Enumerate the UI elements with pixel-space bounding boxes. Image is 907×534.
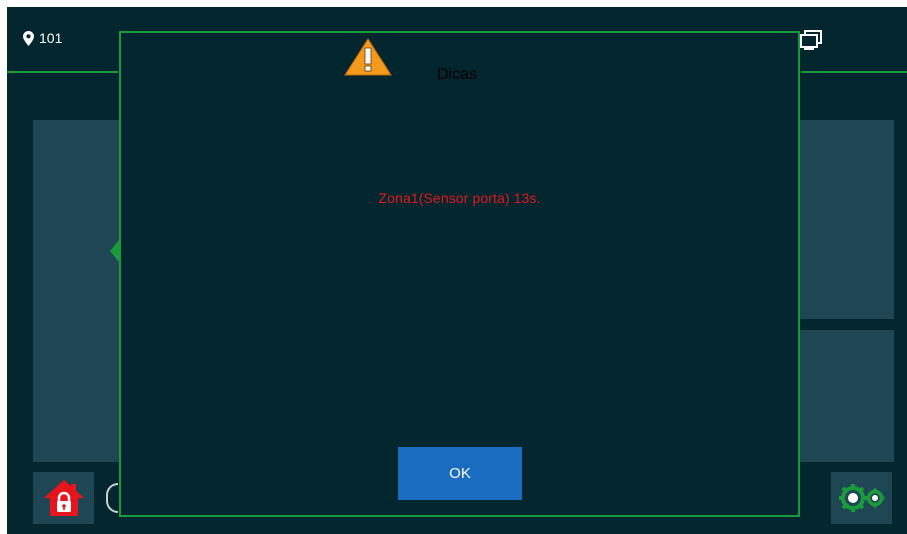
home-lock-icon [43,480,84,516]
home-lock-button[interactable] [33,472,94,524]
right-panel-bottom[interactable] [800,330,894,462]
alert-dialog: Dicas Zona1(Sensor porta) 13s. OK [119,31,800,517]
location-label: 101 [39,30,63,46]
dialog-title: Dicas [437,66,478,83]
header-divider-left [7,71,118,73]
ok-button[interactable]: OK [398,447,522,500]
location-pin-icon [23,30,34,46]
left-arrow-icon[interactable] [110,240,119,262]
partial-icon [106,483,118,513]
settings-button[interactable] [831,472,892,524]
gears-icon [838,484,884,512]
screen: 101 Dicas Zona1(Sensor porta) 13s. OK [7,7,907,534]
warning-icon [344,38,392,76]
left-panel[interactable] [33,120,119,462]
header-divider-right [801,71,907,73]
right-panel-top[interactable] [800,120,894,319]
devices-icon[interactable] [800,30,822,50]
location-indicator: 101 [23,30,62,46]
dialog-message: Zona1(Sensor porta) 13s. [378,190,541,206]
